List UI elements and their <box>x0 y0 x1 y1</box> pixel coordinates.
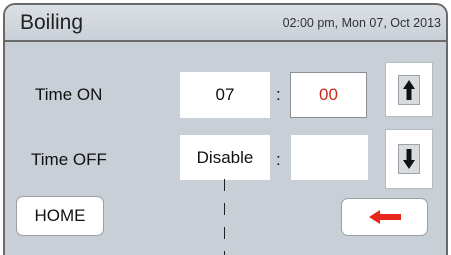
up-arrow-icon <box>398 74 420 105</box>
time-on-label: Time ON <box>35 85 103 104</box>
time-on-hour-field[interactable]: 07 <box>180 72 270 118</box>
down-arrow-icon <box>398 144 420 174</box>
page-title: Boiling <box>20 11 84 34</box>
back-button[interactable] <box>341 198 428 236</box>
time-off-minute-field[interactable] <box>291 135 368 180</box>
up-button[interactable] <box>385 62 433 117</box>
home-button[interactable]: HOME <box>16 196 104 236</box>
title-bar: Boiling 02:00 pm, Mon 07, Oct 2013 <box>5 5 446 42</box>
boiling-screen: Boiling 02:00 pm, Mon 07, Oct 2013 Time … <box>3 3 448 255</box>
time-on-minute-field[interactable]: 00 <box>290 72 367 118</box>
time-off-label: Time OFF <box>31 150 107 169</box>
time-off-hour-field[interactable]: Disable <box>180 135 270 180</box>
dashed-divider <box>224 179 225 255</box>
down-button[interactable] <box>385 129 433 189</box>
datetime-display: 02:00 pm, Mon 07, Oct 2013 <box>282 16 441 30</box>
time-off-separator: : <box>276 150 281 169</box>
time-on-separator: : <box>276 85 281 104</box>
left-arrow-icon <box>368 210 401 224</box>
